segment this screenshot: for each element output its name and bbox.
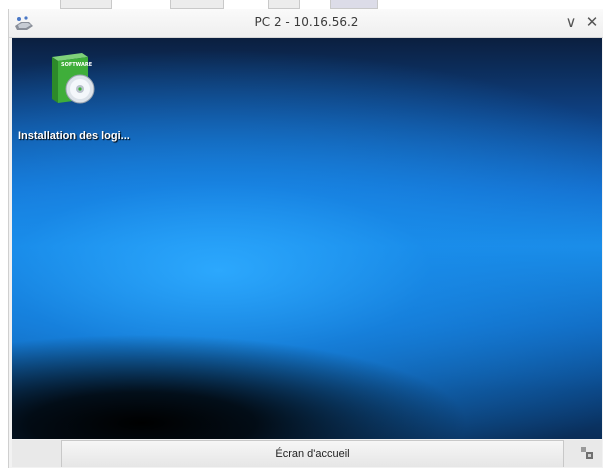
window-titlebar[interactable]: PC 2 - 10.16.56.2 ∨ ✕ xyxy=(9,9,603,38)
desktop-icon-label: Installation des logi... xyxy=(18,130,130,142)
home-screen-button[interactable]: Écran d'accueil xyxy=(61,440,564,467)
desktop-icon-software-installation[interactable]: SOFTWARE Installation des logi... xyxy=(18,48,142,142)
background-window-strip xyxy=(0,0,603,9)
bottom-bar: Écran d'accueil xyxy=(12,440,602,467)
pc-window: PC 2 - 10.16.56.2 ∨ ✕ SOFTWARE Installat… xyxy=(8,9,603,468)
close-button[interactable]: ✕ xyxy=(583,12,601,32)
window-title: PC 2 - 10.16.56.2 xyxy=(254,15,359,29)
window-layout-icon[interactable] xyxy=(579,445,595,461)
box-label-text: SOFTWARE xyxy=(61,62,93,68)
background-tab xyxy=(170,0,224,9)
minimize-button[interactable]: ∨ xyxy=(562,12,580,32)
background-tab xyxy=(268,0,300,9)
desktop-area[interactable]: SOFTWARE Installation des logi... xyxy=(12,38,602,439)
background-tab xyxy=(330,0,378,9)
background-tab xyxy=(60,0,112,9)
software-box-cd-icon: SOFTWARE xyxy=(52,53,95,104)
